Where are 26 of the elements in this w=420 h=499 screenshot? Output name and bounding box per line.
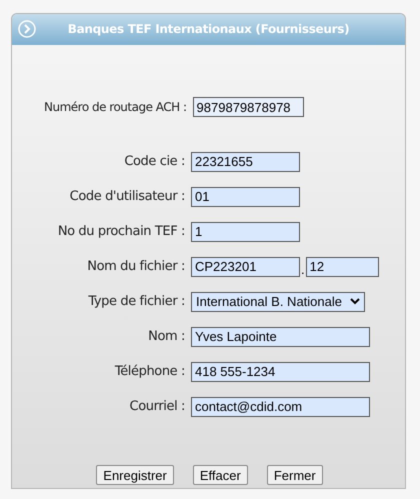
text-field[interactable]: 22321655 bbox=[191, 152, 300, 172]
routing-number-field[interactable]: 9879879878978 bbox=[192, 97, 304, 117]
form-button[interactable]: Enregistrer bbox=[96, 465, 174, 485]
field-label: Code d'utilisateur : bbox=[70, 188, 185, 206]
field-label: Code cie : bbox=[124, 152, 185, 171]
field-label: Numéro de routage ACH : bbox=[44, 99, 187, 116]
field-label: Téléphone : bbox=[114, 362, 185, 381]
field-label: Type de fichier : bbox=[88, 292, 185, 311]
field-label: Nom du fichier : bbox=[87, 258, 185, 276]
chevron-down-icon bbox=[350, 298, 360, 305]
form-button[interactable]: Effacer bbox=[192, 465, 248, 485]
file-name-field[interactable]: CP223201 bbox=[191, 256, 300, 276]
field-label: Courriel : bbox=[130, 398, 185, 416]
text-field[interactable]: 418 555-1234 bbox=[191, 362, 370, 382]
form-button[interactable]: Fermer bbox=[266, 465, 323, 485]
field-label: No du prochain TEF : bbox=[58, 222, 185, 241]
extension-field[interactable]: 12 bbox=[306, 256, 379, 276]
text-field[interactable]: contact@cdid.com bbox=[191, 396, 370, 416]
separator: . bbox=[300, 262, 306, 276]
text-field[interactable]: 1 bbox=[191, 222, 300, 242]
field-label: Nom : bbox=[148, 328, 185, 346]
text-field[interactable]: 01 bbox=[191, 186, 300, 206]
arrow-circle-icon bbox=[18, 20, 36, 38]
file-type-select[interactable]: International B. Nationale bbox=[191, 292, 365, 312]
panel-title: Banques TEF Internationaux (Fournisseurs) bbox=[66, 20, 350, 38]
text-field[interactable]: Yves Lapointe bbox=[191, 326, 370, 346]
